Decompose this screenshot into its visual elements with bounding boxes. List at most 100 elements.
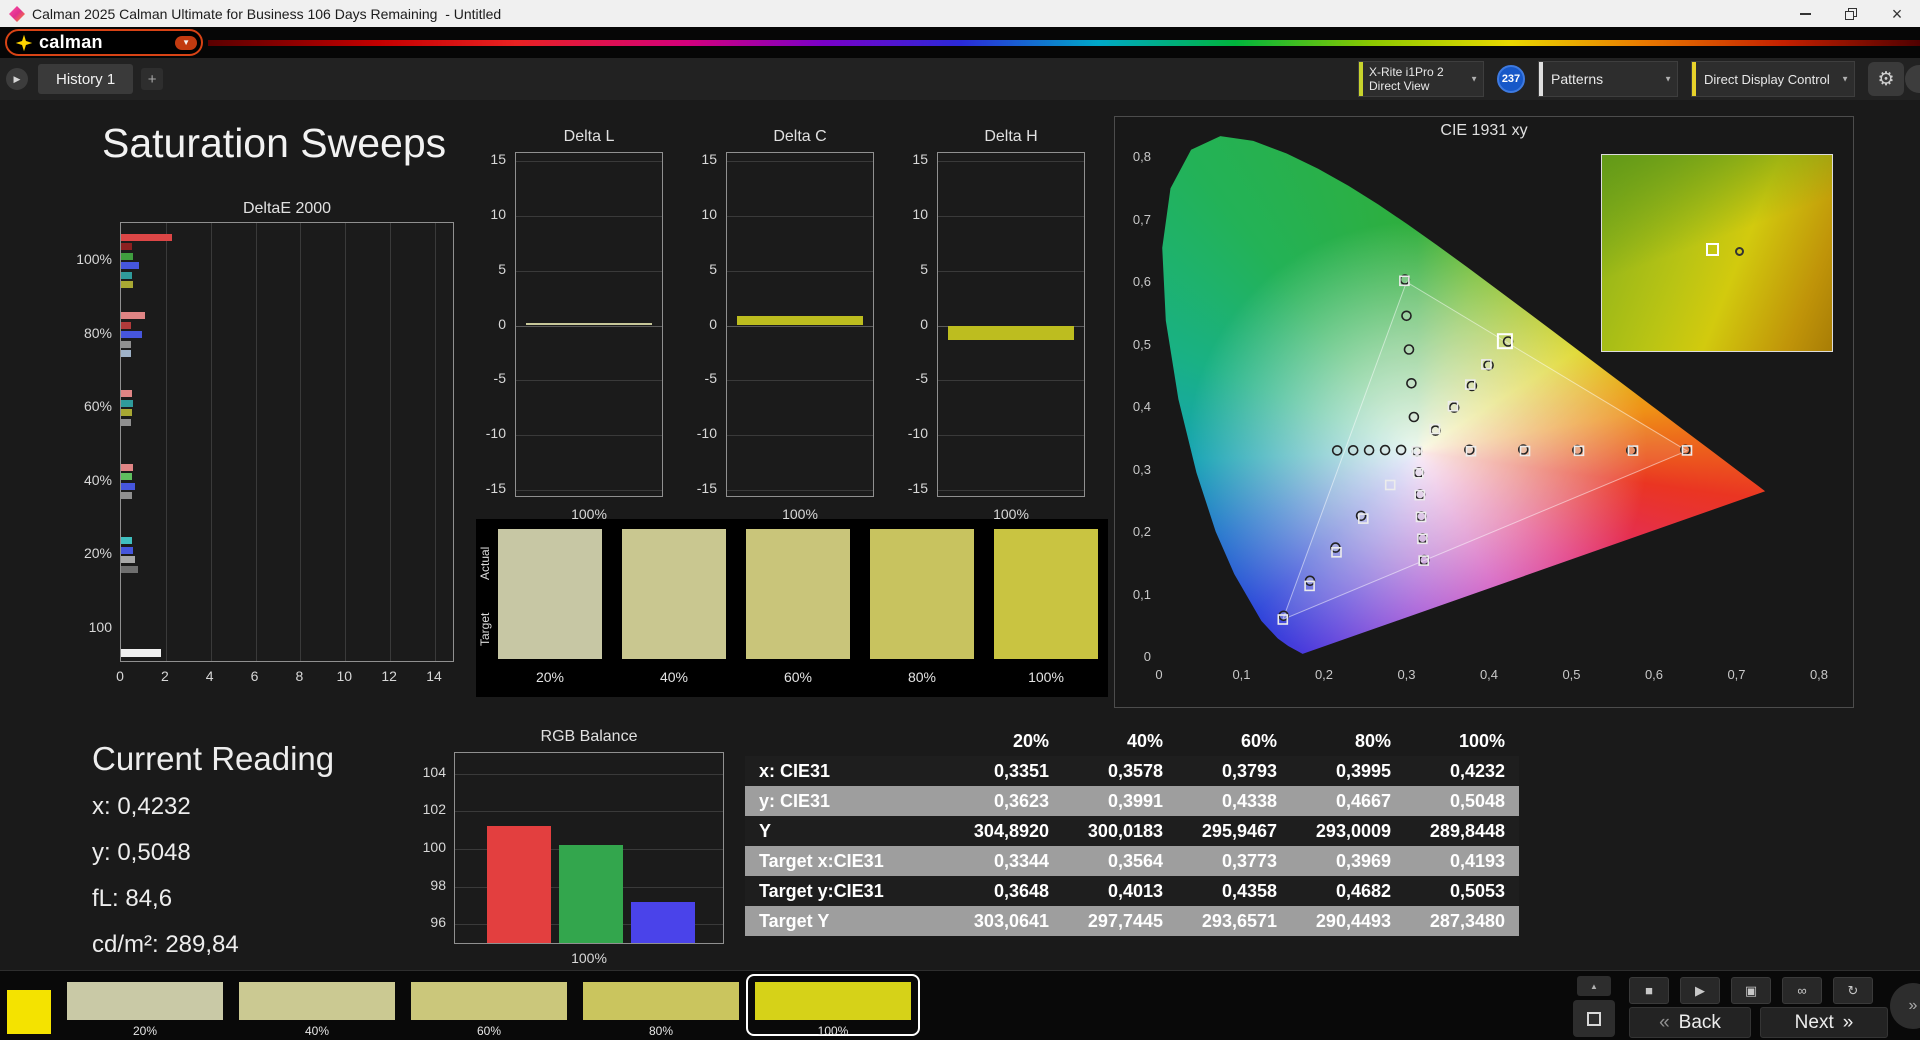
y-tick-label: 5 — [709, 260, 717, 277]
y-tick-label: 98 — [430, 876, 446, 893]
next-button[interactable]: Next » — [1760, 1007, 1888, 1038]
minimize-button[interactable] — [1782, 0, 1828, 27]
gridline — [390, 223, 392, 661]
patterns-select[interactable]: Patterns ▼ — [1538, 61, 1678, 97]
plot-area — [515, 152, 663, 497]
delta-e-bar — [121, 418, 132, 426]
refresh-button[interactable]: ↻ — [1833, 977, 1873, 1004]
back-button[interactable]: « Back — [1629, 1007, 1751, 1038]
y-tick-label: 0,3 — [1132, 461, 1151, 477]
delta-e-bar — [121, 649, 162, 657]
y-tick-label: 0 — [709, 315, 717, 332]
measured-point — [1418, 554, 1430, 566]
brand-bar: calman ▼ — [0, 27, 1920, 58]
y-tick-label: 100 — [88, 618, 112, 635]
pattern-window-button[interactable] — [1573, 1000, 1615, 1037]
chart-title: DeltaE 2000 — [242, 200, 332, 217]
tab-history-1[interactable]: History 1 — [38, 64, 134, 94]
sweep-swatch — [622, 529, 726, 659]
stop-button[interactable]: ■ — [1629, 977, 1669, 1004]
pattern-bar: 20% 40% 60% 80% 100% ▲ ■ ▶ ▣ ∞ ↻ « Back Next » » — [0, 970, 1920, 1040]
pattern-tile[interactable] — [411, 982, 567, 1020]
calman-logo[interactable]: calman ▼ — [5, 29, 203, 56]
window-icon — [1587, 1011, 1601, 1026]
close-button[interactable]: × — [1874, 0, 1920, 27]
window-controls: × — [1782, 0, 1920, 27]
y-tick-label: 5 — [498, 260, 506, 277]
y-tick-label: 15 — [701, 150, 717, 167]
x-axis-label: 100% — [571, 950, 607, 966]
delta-e-bar — [121, 312, 145, 319]
y-tick-label: 0,6 — [1132, 274, 1151, 289]
table-row: Y 304,8920 300,0183 295,9467 293,0009 289,844… — [745, 816, 1519, 846]
reading-nits: cd/m²: 289,84 — [92, 931, 239, 958]
pattern-tile[interactable] — [239, 982, 395, 1020]
chevron-down-icon: ▼ — [1841, 74, 1849, 84]
display-control-label: Direct Display Control — [1704, 71, 1830, 87]
pattern-tile[interactable] — [583, 982, 739, 1020]
delta-bar — [737, 315, 863, 326]
chevron-down-icon[interactable]: ▼ — [175, 35, 197, 50]
pattern-tile[interactable] — [755, 982, 911, 1020]
pattern-tile[interactable] — [67, 982, 223, 1020]
display-control-select[interactable]: Direct Display Control ▼ — [1691, 61, 1855, 97]
restore-icon — [1845, 7, 1857, 20]
save-button[interactable]: ▣ — [1731, 977, 1771, 1004]
gridline — [255, 223, 257, 661]
measured-point — [1401, 310, 1412, 322]
measured-point — [1379, 444, 1391, 456]
meter-select[interactable]: X-Rite i1Pro 2 Direct View ▼ — [1358, 61, 1484, 97]
table-row: Target x:CIE31 0,3344 0,3564 0,3773 0,3969 0,… — [745, 846, 1519, 876]
delta-e-bar — [121, 281, 134, 289]
rgb-balance-chart: RGB Balance 104 102 100 98 96 100% — [420, 728, 750, 973]
chevron-down-icon: ▼ — [1664, 74, 1672, 84]
calman-star-icon — [15, 34, 33, 51]
column-header: 40% — [1126, 730, 1163, 751]
restore-button[interactable] — [1828, 0, 1874, 27]
y-axis: 100% 80% 60% 40% 20% 100 — [76, 222, 116, 662]
delta-e-bar — [121, 473, 133, 481]
delta-e-bar — [121, 331, 143, 338]
y-tick-label: 20% — [83, 545, 112, 561]
add-tab-button[interactable]: + — [141, 68, 164, 90]
close-icon: × — [1891, 3, 1903, 24]
y-tick-label: 40% — [83, 471, 112, 488]
page-title: Saturation Sweeps — [102, 120, 447, 166]
gridline — [938, 215, 1084, 217]
pattern-tile-label: 80% — [648, 1024, 674, 1038]
history-nav-button[interactable]: ▶ — [6, 68, 28, 90]
gridline — [435, 223, 436, 661]
measured-point — [1363, 444, 1375, 456]
spectrum-strip — [208, 40, 1920, 46]
delta-e-bar — [121, 463, 134, 471]
y-tick-label: -15 — [485, 480, 506, 497]
x-tick-label: 0,4 — [1479, 667, 1499, 682]
y-tick-label: -5 — [915, 370, 928, 387]
x-tick-label: 0,3 — [1397, 667, 1416, 682]
reading-count-badge[interactable]: 237 — [1497, 65, 1525, 93]
collapse-button[interactable]: ▲ — [1577, 976, 1611, 996]
sweep-swatch-label: 60% — [783, 669, 813, 685]
y-tick-label: -15 — [696, 480, 717, 497]
pattern-tile-label: 20% — [132, 1024, 158, 1038]
gridline — [938, 270, 1084, 272]
gridline — [727, 490, 873, 492]
overflow-button[interactable] — [1905, 65, 1920, 93]
y-tick-label: 0,8 — [1132, 149, 1151, 164]
toolbar-right: X-Rite i1Pro 2 Direct View ▼ 237 Pattern… — [1358, 61, 1904, 97]
y-tick-label: 0,4 — [1132, 399, 1151, 414]
play-button[interactable]: ▶ — [1680, 977, 1720, 1004]
x-tick-label: 12 — [381, 668, 397, 684]
x-tick-label: 6 — [250, 668, 259, 684]
x-tick-label: 4 — [205, 668, 214, 684]
settings-button[interactable]: ⚙ — [1868, 62, 1904, 96]
current-reading: Current Reading x: 0,4232 y: 0,5048 fL: … — [92, 740, 334, 977]
loop-button[interactable]: ∞ — [1782, 977, 1822, 1004]
gridline — [727, 435, 873, 437]
pattern-tile-label: 100% — [817, 1024, 849, 1038]
green-bar — [559, 845, 623, 943]
delta-e-bar — [121, 537, 133, 545]
x-tick-label: 0 — [116, 668, 124, 684]
sweep-swatch — [994, 529, 1098, 659]
delta-e-bar — [121, 492, 133, 500]
